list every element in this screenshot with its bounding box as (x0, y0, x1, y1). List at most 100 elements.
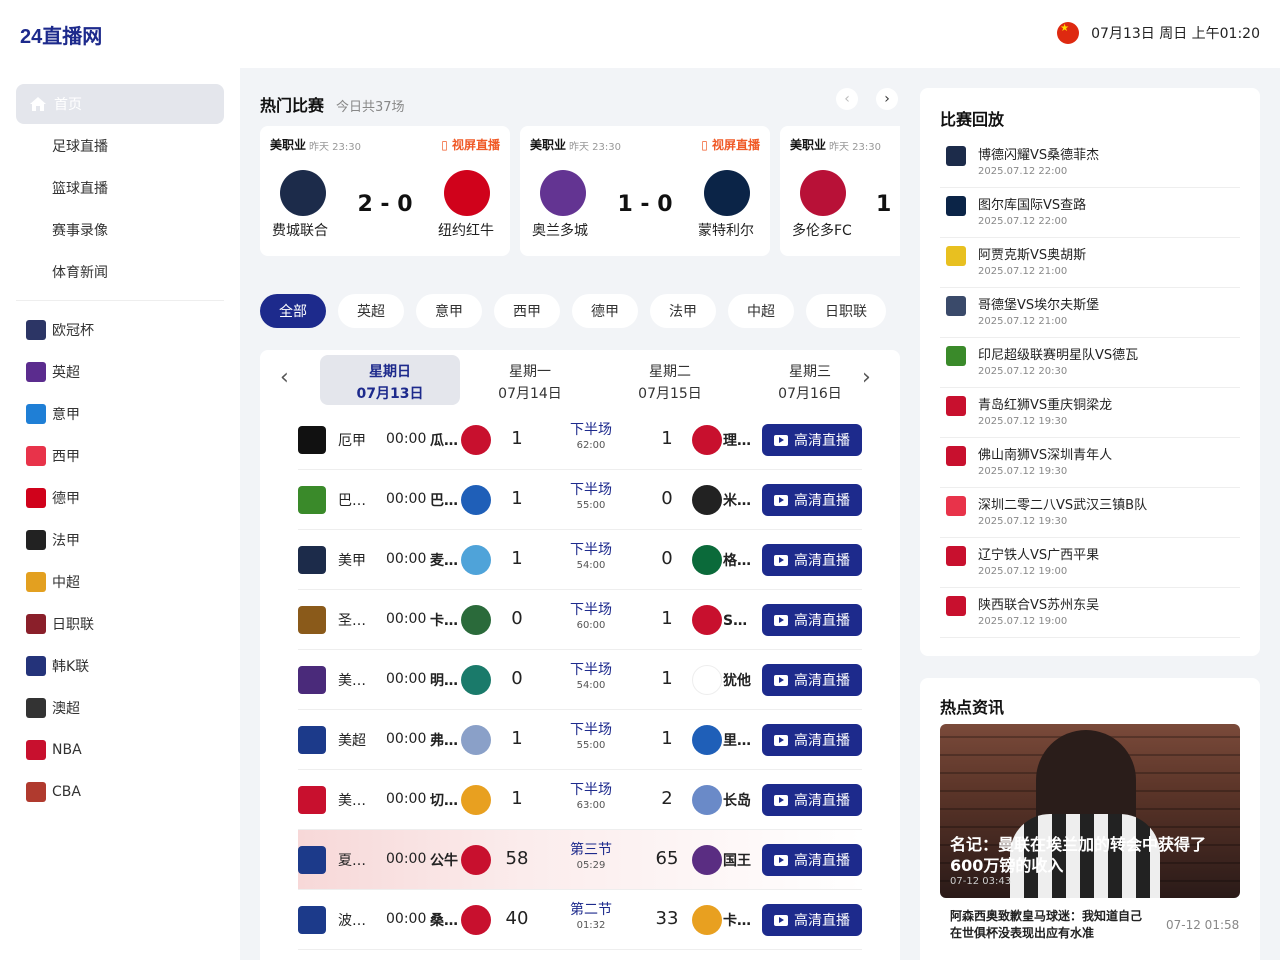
home-team-name[interactable]: 明尼苏达 (430, 670, 460, 690)
match-league[interactable]: 美乙2 (338, 790, 370, 810)
match-league[interactable]: 厄甲 (338, 430, 370, 450)
replay-item[interactable]: 哥德堡VS埃尔夫斯堡 2025.07.12 21:00 (940, 288, 1240, 338)
news-feature-image[interactable]: 名记：曼联在埃兰加的转会中获得了600万镑的收入 07-12 03:43 (940, 724, 1240, 898)
sidebar-league-2[interactable]: 意甲 (16, 393, 224, 435)
league-tab-0[interactable]: 全部 (260, 294, 326, 328)
sidebar-item-4[interactable]: 体育新闻 (16, 252, 224, 292)
replay-item[interactable]: 阿贾克斯VS奥胡斯 2025.07.12 21:00 (940, 238, 1240, 288)
hd-live-button[interactable]: 高清直播 (762, 784, 862, 816)
replay-item[interactable]: 陕西联合VS苏州东吴 2025.07.12 19:00 (940, 588, 1240, 638)
hd-live-button[interactable]: 高清直播 (762, 664, 862, 696)
video-live-badge[interactable]: ▯ 视屏直播 (701, 136, 760, 153)
replay-match-name[interactable]: 深圳二零二八VS武汉三镇B队 (978, 494, 1147, 513)
home-team-name[interactable]: 公牛 (430, 850, 460, 870)
replay-match-name[interactable]: 哥德堡VS埃尔夫斯堡 (978, 294, 1099, 313)
news-feature-title[interactable]: 名记：曼联在埃兰加的转会中获得了600万镑的收入 (950, 834, 1230, 876)
hd-live-label: 高清直播 (794, 733, 850, 749)
replay-match-name[interactable]: 佛山南狮VS深圳青年人 (978, 444, 1112, 463)
replay-match-name[interactable]: 陕西联合VS苏州东吴 (978, 594, 1099, 613)
china-flag-icon[interactable] (1057, 22, 1080, 44)
day-prev-chevron-icon[interactable]: ‹ (280, 365, 289, 390)
match-league[interactable]: 美女联 (338, 670, 370, 690)
replay-match-name[interactable]: 青岛红狮VS重庆铜梁龙 (978, 394, 1112, 413)
league-tab-2[interactable]: 意甲 (416, 294, 482, 328)
hd-live-button[interactable]: 高清直播 (762, 544, 862, 576)
away-team-name[interactable]: 犹他 (723, 670, 755, 690)
sidebar-league-3[interactable]: 西甲 (16, 435, 224, 477)
away-team-name[interactable]: 格林维尔 (723, 550, 755, 570)
home-team-name[interactable]: 卡皮瓦里 (430, 610, 460, 630)
sidebar-league-4[interactable]: 德甲 (16, 477, 224, 519)
league-tab-3[interactable]: 西甲 (494, 294, 560, 328)
day-tab-2[interactable]: 星期二 07月15日 (600, 355, 740, 405)
hot-prev-button[interactable]: ‹ (836, 88, 858, 110)
hd-live-button[interactable]: 高清直播 (762, 484, 862, 516)
sidebar-item-0[interactable]: 首页 (16, 84, 224, 124)
away-team-name[interactable]: 理工大学 (723, 430, 755, 450)
league-tab-5[interactable]: 法甲 (650, 294, 716, 328)
away-team-name[interactable]: 卡塔尼奥 (723, 910, 755, 930)
home-team-name[interactable]: 弗雷斯诺 (430, 730, 460, 750)
sidebar-league-11[interactable]: CBA (16, 771, 224, 813)
sidebar-league-8[interactable]: 韩K联 (16, 645, 224, 687)
replay-item[interactable]: 深圳二零二八VS武汉三镇B队 2025.07.12 19:30 (940, 488, 1240, 538)
site-logo[interactable]: 24直播网 (20, 20, 102, 49)
away-team-name[interactable]: 长岛 (723, 790, 755, 810)
hd-live-button[interactable]: 高清直播 (762, 424, 862, 456)
replay-item[interactable]: 佛山南狮VS深圳青年人 2025.07.12 19:30 (940, 438, 1240, 488)
hd-live-button[interactable]: 高清直播 (762, 604, 862, 636)
sidebar-league-1[interactable]: 英超 (16, 351, 224, 393)
replay-match-name[interactable]: 图尔库国际VS查路 (978, 194, 1086, 213)
match-league[interactable]: 美超 (338, 730, 370, 750)
match-league[interactable]: 波多黎各 (338, 910, 370, 930)
replay-item[interactable]: 图尔库国际VS查路 2025.07.12 22:00 (940, 188, 1240, 238)
league-tab-6[interactable]: 中超 (728, 294, 794, 328)
sidebar-item-1[interactable]: 足球直播 (16, 126, 224, 166)
day-tab-1[interactable]: 星期一 07月14日 (460, 355, 600, 405)
hot-next-button[interactable]: › (876, 88, 898, 110)
replay-item[interactable]: 青岛红狮VS重庆铜梁龙 2025.07.12 19:30 (940, 388, 1240, 438)
league-tab-4[interactable]: 德甲 (572, 294, 638, 328)
hot-match-card[interactable]: 美职业 昨天 23:30 1 多伦多FC (780, 126, 900, 256)
hd-live-button[interactable]: 高清直播 (762, 724, 862, 756)
home-team-name[interactable]: 切萨皮克 (430, 790, 460, 810)
replay-match-name[interactable]: 阿贾克斯VS奥胡斯 (978, 244, 1086, 263)
video-live-badge[interactable]: ▯ 视屏直播 (441, 136, 500, 153)
league-tab-7[interactable]: 日职联 (806, 294, 886, 328)
replay-match-name[interactable]: 博德闪耀VS桑德菲杰 (978, 144, 1099, 163)
sidebar-league-10[interactable]: NBA (16, 729, 224, 771)
news-item-title[interactable]: 阿森西奥致歉皇马球迷：我知道自己在世俱杯没表现出应有水准 (950, 908, 1150, 942)
home-team-name[interactable]: 瓜亚基尔 (430, 430, 460, 450)
away-team-name[interactable]: 米内罗竞技 (723, 490, 755, 510)
away-team-name[interactable]: 里士满 (723, 730, 755, 750)
league-tab-1[interactable]: 英超 (338, 294, 404, 328)
match-league[interactable]: 美甲 (338, 550, 370, 570)
sidebar-league-0[interactable]: 欧冠杯 (16, 309, 224, 351)
sidebar-item-3[interactable]: 赛事录像 (16, 210, 224, 250)
day-tab-3[interactable]: 星期三 07月16日 (740, 355, 880, 405)
home-team-name[interactable]: 巴伊亚 (430, 490, 460, 510)
hot-match-card[interactable]: 美职业 昨天 23:30 ▯ 视屏直播 1 - 0 奥兰多城 蒙特利尔 (520, 126, 770, 256)
match-league[interactable]: 圣保罗 (338, 610, 370, 630)
sidebar-league-5[interactable]: 法甲 (16, 519, 224, 561)
replay-item[interactable]: 辽宁铁人VS广西平果 2025.07.12 19:00 (940, 538, 1240, 588)
home-team-name[interactable]: 麦迪逊 (430, 550, 460, 570)
sidebar-item-2[interactable]: 篮球直播 (16, 168, 224, 208)
replay-item[interactable]: 印尼超级联赛明星队VS德瓦 2025.07.12 20:30 (940, 338, 1240, 388)
home-team-name[interactable]: 桑托斯 (430, 910, 460, 930)
hot-match-card[interactable]: 美职业 昨天 23:30 ▯ 视屏直播 2 - 0 费城联合 纽约红牛 (260, 126, 510, 256)
sidebar-league-6[interactable]: 中超 (16, 561, 224, 603)
day-tab-0[interactable]: 星期日 07月13日 (320, 355, 460, 405)
match-league[interactable]: 夏季联赛 (338, 850, 370, 870)
match-league[interactable]: 巴西甲 (338, 490, 370, 510)
hd-live-button[interactable]: 高清直播 (762, 844, 862, 876)
replay-item[interactable]: 博德闪耀VS桑德菲杰 2025.07.12 22:00 (940, 138, 1240, 188)
away-team-name[interactable]: 国王 (723, 850, 755, 870)
hd-live-button[interactable]: 高清直播 (762, 904, 862, 936)
sidebar-league-7[interactable]: 日职联 (16, 603, 224, 645)
replay-match-name[interactable]: 辽宁铁人VS广西平果 (978, 544, 1099, 563)
replay-match-name[interactable]: 印尼超级联赛明星队VS德瓦 (978, 344, 1138, 363)
sidebar-league-9[interactable]: 澳超 (16, 687, 224, 729)
away-team-name[interactable]: SC独立 (723, 610, 755, 630)
home-team-name: 奥兰多城 (532, 223, 588, 239)
